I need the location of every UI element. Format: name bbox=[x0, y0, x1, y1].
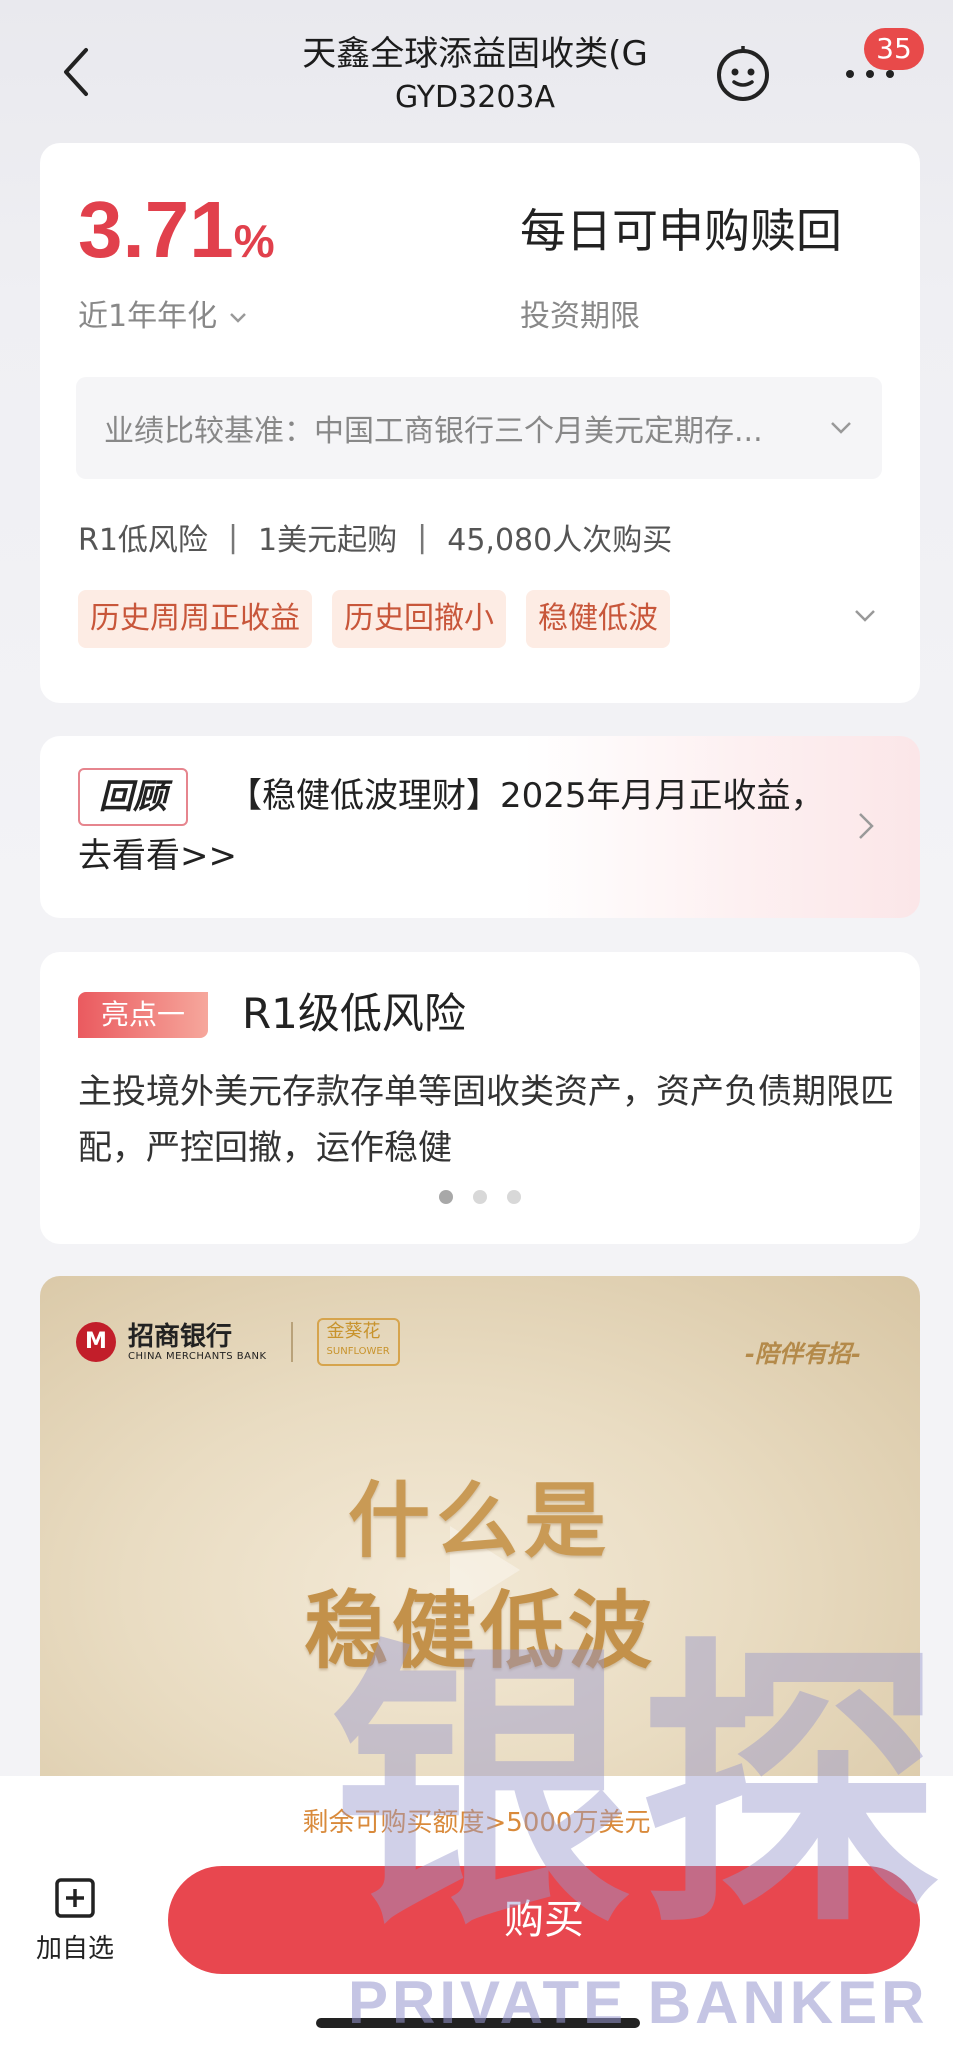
tags-expand-button[interactable] bbox=[850, 601, 880, 631]
add-square-icon bbox=[55, 1878, 95, 1918]
notification-badge: 35 bbox=[864, 28, 924, 70]
banner-slogan: -陪伴有招- bbox=[745, 1340, 861, 1368]
highlight-card[interactable]: 亮点一 R1级低风险 主投境外美元存款存单等固收类资产，资产负债期限匹配，严控回… bbox=[40, 952, 920, 1244]
review-text: 【稳健低波理财】2025年月月正收益，去看看>> bbox=[78, 776, 825, 876]
rate-period-selector[interactable]: 近1年年化 bbox=[78, 291, 249, 335]
product-summary-card: 3.71% 近1年年化 每日可申购赎回 投资期限 业绩比较基准：中国工商银行三个… bbox=[40, 143, 920, 703]
benchmark-expander[interactable]: 业绩比较基准：中国工商银行三个月美元定期存... bbox=[76, 377, 882, 479]
chevron-down-icon bbox=[855, 610, 875, 622]
banner-title-line1: 什么是 bbox=[347, 1474, 612, 1569]
investment-period-label: 投资期限 bbox=[520, 299, 640, 334]
rate-value: 3.71 bbox=[78, 185, 234, 274]
back-button[interactable] bbox=[56, 42, 100, 102]
watchlist-label: 加自选 bbox=[35, 1934, 114, 1964]
carousel-dot[interactable] bbox=[473, 1190, 487, 1204]
banner-title-line2: 稳健低波 bbox=[303, 1582, 656, 1680]
min-purchase: 1美元起购 bbox=[258, 523, 398, 558]
product-title: 天鑫全球添益固收类(G bbox=[302, 34, 648, 74]
bottom-action-bar: 剩余可购买额度>5000万美元 加自选 购买 bbox=[0, 1776, 953, 2048]
carousel-dot[interactable] bbox=[439, 1190, 453, 1204]
feature-tag: 历史回撤小 bbox=[332, 590, 506, 648]
add-to-watchlist-button[interactable]: 加自选 bbox=[30, 1876, 120, 1965]
separator: | bbox=[417, 519, 428, 555]
bank-logo: M 招商银行 CHINA MERCHANTS BANK 金葵花 SUNFLOWE… bbox=[76, 1318, 400, 1366]
sunflower-logo: 金葵花 SUNFLOWER bbox=[316, 1318, 400, 1366]
benchmark-text: 业绩比较基准：中国工商银行三个月美元定期存... bbox=[104, 414, 763, 449]
video-banner[interactable]: M 招商银行 CHINA MERCHANTS BANK 金葵花 SUNFLOWE… bbox=[40, 1276, 920, 1796]
highlight-title: R1级低风险 bbox=[242, 989, 466, 1038]
highlight-description: 主投境外美元存款存单等固收类资产，资产负债期限匹配，严控回撤，运作稳健 bbox=[78, 1072, 894, 1168]
top-nav-bar: 天鑫全球添益固收类(G GYD3203A 35 bbox=[0, 0, 953, 135]
cmb-logo-icon: M bbox=[76, 1322, 116, 1362]
rate-unit: % bbox=[233, 215, 275, 267]
feature-tag: 稳健低波 bbox=[526, 590, 670, 648]
product-code: GYD3203A bbox=[394, 80, 556, 115]
back-chevron-icon bbox=[64, 48, 88, 96]
chevron-down-icon bbox=[831, 422, 851, 434]
chevron-down-icon bbox=[229, 313, 246, 323]
sub-brand-en: SUNFLOWER bbox=[326, 1346, 390, 1357]
buyer-count: 45,080人次购买 bbox=[447, 523, 673, 558]
rate-label: 近1年年化 bbox=[78, 299, 218, 334]
carousel-indicator bbox=[40, 1190, 920, 1204]
separator: | bbox=[227, 519, 239, 555]
review-promo-card[interactable]: 【稳健低波理财】2025年月月正收益，去看看>> 回顾 bbox=[40, 736, 920, 918]
chevron-right-icon bbox=[850, 806, 880, 846]
robot-face-icon bbox=[717, 46, 769, 101]
remaining-quota: 剩余可购买额度>5000万美元 bbox=[302, 1808, 651, 1838]
investment-period-value: 每日可申购赎回 bbox=[520, 204, 842, 258]
home-indicator bbox=[316, 2018, 640, 2028]
bank-name: 招商银行 bbox=[128, 1321, 233, 1352]
annualized-rate: 3.71% bbox=[78, 185, 275, 286]
logo-divider bbox=[290, 1322, 293, 1362]
risk-level: R1低风险 bbox=[78, 523, 208, 558]
assistant-button[interactable] bbox=[714, 44, 772, 102]
feature-tag: 历史周周正收益 bbox=[78, 590, 312, 648]
product-title-block: 天鑫全球添益固收类(G GYD3203A bbox=[290, 30, 660, 118]
bank-name-en: CHINA MERCHANTS BANK bbox=[128, 1350, 267, 1362]
product-meta-row: R1低风险 | 1美元起购 | 45,080人次购买 bbox=[78, 515, 672, 559]
highlight-badge: 亮点一 bbox=[78, 992, 208, 1038]
feature-tags: 历史周周正收益 历史回撤小 稳健低波 bbox=[78, 590, 670, 648]
sub-brand: 金葵花 bbox=[326, 1321, 381, 1342]
carousel-dot[interactable] bbox=[507, 1190, 521, 1204]
review-badge: 回顾 bbox=[78, 768, 188, 826]
buy-button[interactable]: 购买 bbox=[168, 1866, 920, 1974]
